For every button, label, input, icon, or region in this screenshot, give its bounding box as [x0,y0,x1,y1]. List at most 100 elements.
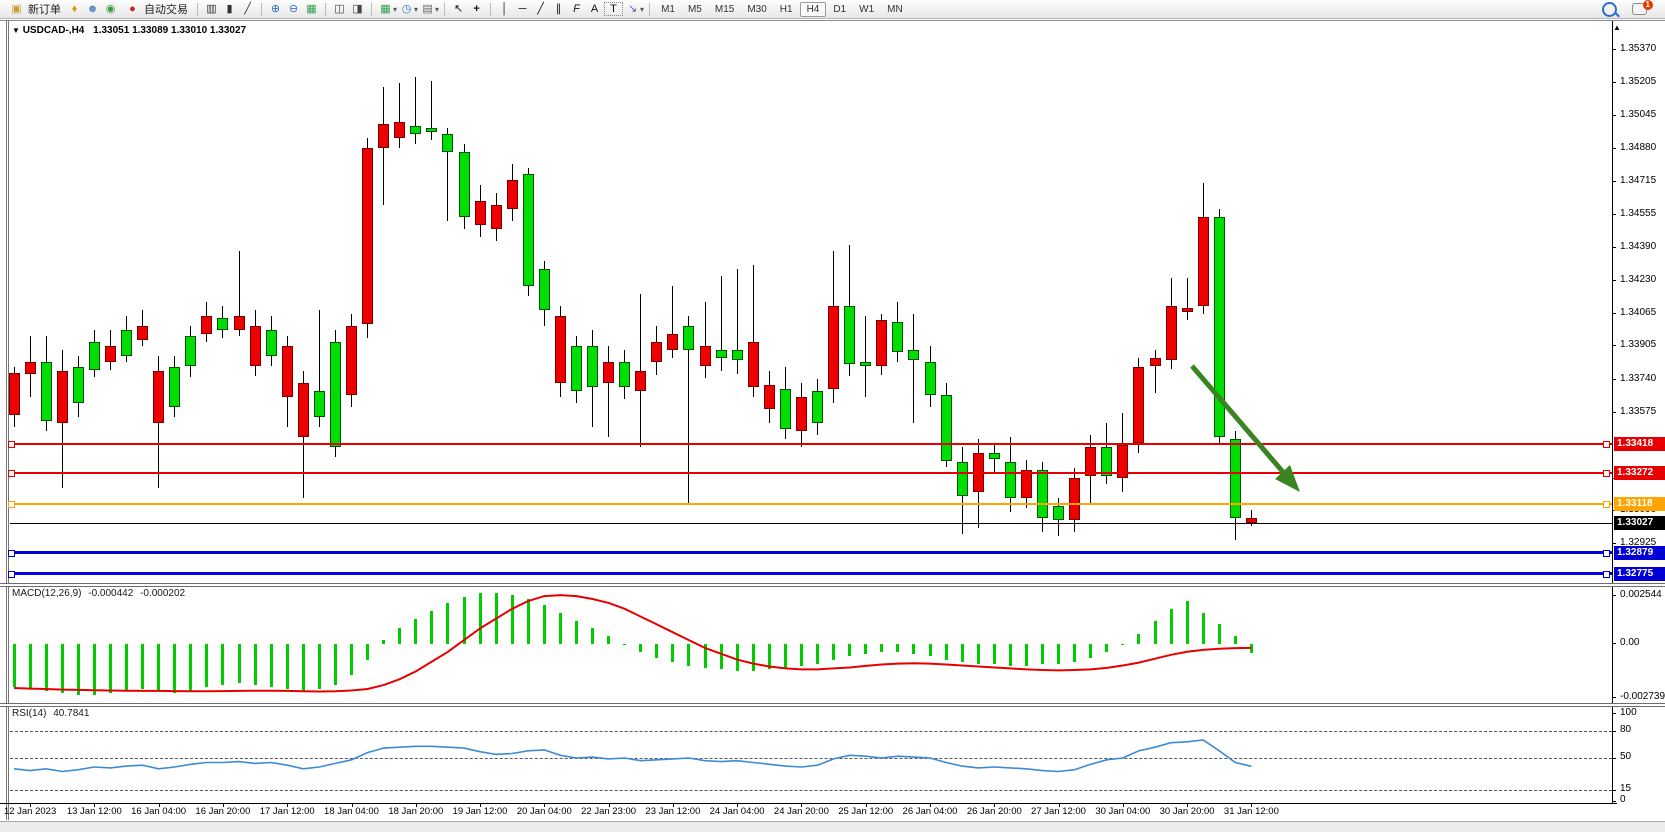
price-tick [1612,543,1616,544]
macd-histogram-bar [463,597,466,644]
horizontal-level-line[interactable] [10,572,1612,575]
candle [876,320,887,367]
time-axis-label: 30 Jan 04:00 [1095,806,1150,817]
notifications-icon[interactable]: 1 [1632,3,1647,15]
horizontal-level-line[interactable] [10,503,1612,505]
zoom-in-icon[interactable]: ⊕ [267,1,284,17]
line-handle[interactable] [8,501,15,508]
line-handle[interactable] [8,470,15,477]
price-level-badge: 1.33118 [1614,497,1665,511]
tab-m5[interactable]: M5 [682,2,708,17]
price-tick-label: 1.33575 [1620,406,1656,417]
fibonacci-icon[interactable]: F [568,1,585,17]
separator [261,3,262,16]
macd-name: MACD(12,26,9) [12,588,81,599]
macd-histogram-bar [157,644,160,691]
candle [330,342,341,447]
line-handle[interactable] [8,441,15,448]
horizontal-level-line[interactable] [10,443,1612,445]
candle [1037,470,1048,519]
candle [250,326,261,366]
crosshair-icon[interactable]: + [468,1,485,17]
market-watch-icon[interactable]: ☻ [84,1,101,17]
rsi-level-15-line [10,790,1612,791]
line-handle[interactable] [8,571,15,578]
macd-histogram-bar [784,644,787,668]
tab-d1[interactable]: D1 [827,2,852,17]
ohlc-values: 1.33051 1.33089 1.33010 1.33027 [93,25,246,36]
candle [217,318,228,330]
tab-h4[interactable]: H4 [800,2,827,17]
candle [796,397,807,431]
text-icon[interactable]: A [586,1,603,17]
arrows-icon[interactable]: ↘ [624,1,641,17]
candle [603,362,614,382]
candle [555,316,566,383]
tab-w1[interactable]: W1 [853,2,880,17]
scroll-anchor-icon[interactable]: ▲ [1613,23,1621,32]
cursor-icon[interactable]: ↖ [450,1,467,17]
line-handle[interactable] [1603,550,1610,557]
collapse-chart-icon[interactable]: ▼ [12,26,20,35]
new-order-button[interactable]: ▣ 新订单 [4,1,65,17]
line-handle[interactable] [1603,501,1610,508]
tab-m1[interactable]: M1 [655,2,681,17]
price-tick [1612,412,1616,413]
zoom-out-icon[interactable]: ⊖ [285,1,302,17]
annotation-arrow-head[interactable] [1275,465,1300,492]
snapshot-icon[interactable]: ▤ [419,1,436,17]
macd-histogram-bar [511,595,514,644]
candle [1069,478,1080,521]
line-handle[interactable] [1603,441,1610,448]
equidistant-channel-icon[interactable]: ∥ [550,1,567,17]
candle [394,122,405,138]
candlestick-chart-icon[interactable]: ▮ [221,1,238,17]
tab-mn[interactable]: MN [881,2,909,17]
tile-windows-icon[interactable]: ▦ [303,1,320,17]
panel-divider-rsi[interactable] [0,703,1665,707]
macd-histogram-bar [880,644,883,652]
tab-m30[interactable]: M30 [741,2,772,17]
line-handle[interactable] [1603,470,1610,477]
chart-title: ▼ USDCAD-,H4 1.33051 1.33089 1.33010 1.3… [12,25,246,36]
vertical-line-icon[interactable]: │ [496,1,513,17]
line-handle[interactable] [1603,571,1610,578]
indicator-window-icon[interactable]: ◫ [331,1,348,17]
horizontal-level-line[interactable] [10,472,1612,474]
macd-histogram-bar [414,619,417,644]
new-chart-caret-icon[interactable]: ▾ [393,5,397,14]
price-tick-label: 1.35045 [1620,109,1656,120]
current-price-line [10,523,1612,524]
candle [1182,308,1193,312]
line-handle[interactable] [8,550,15,557]
signals-icon[interactable]: ◉ [102,1,119,17]
indicator-list-icon[interactable]: ♦ [66,1,83,17]
time-axis-label: 19 Jan 12:00 [453,806,508,817]
template-window-icon[interactable]: ◨ [349,1,366,17]
new-chart-icon[interactable]: ▦ [377,1,394,17]
arrows-caret-icon[interactable]: ▾ [640,5,644,14]
macd-histogram-bar [945,644,948,660]
tab-m15[interactable]: M15 [709,2,740,17]
horizontal-line-icon[interactable]: ─ [514,1,531,17]
trendline-icon[interactable]: ╱ [532,1,549,17]
snapshot-caret-icon[interactable]: ▾ [435,5,439,14]
candle [282,346,293,397]
panel-divider-macd[interactable] [0,583,1665,587]
tab-h1[interactable]: H1 [774,2,799,17]
candle [700,346,711,366]
autotrading-button[interactable]: ● 自动交易 [120,1,192,17]
text-label-icon[interactable]: T [604,2,623,16]
macd-histogram-bar [270,644,273,687]
autotrading-label: 自动交易 [144,1,188,17]
bar-chart-icon[interactable]: ▥ [203,1,220,17]
period-caret-icon[interactable]: ▾ [414,5,418,14]
period-clock-icon[interactable]: ◷ [398,1,415,17]
candle-wick [913,314,914,423]
search-icon[interactable] [1602,2,1617,17]
candle-wick [1187,278,1188,321]
horizontal-level-line[interactable] [10,551,1612,554]
line-chart-icon[interactable]: ╱ [239,1,256,17]
candle [89,342,100,370]
time-axis-label: 18 Jan 20:00 [388,806,443,817]
